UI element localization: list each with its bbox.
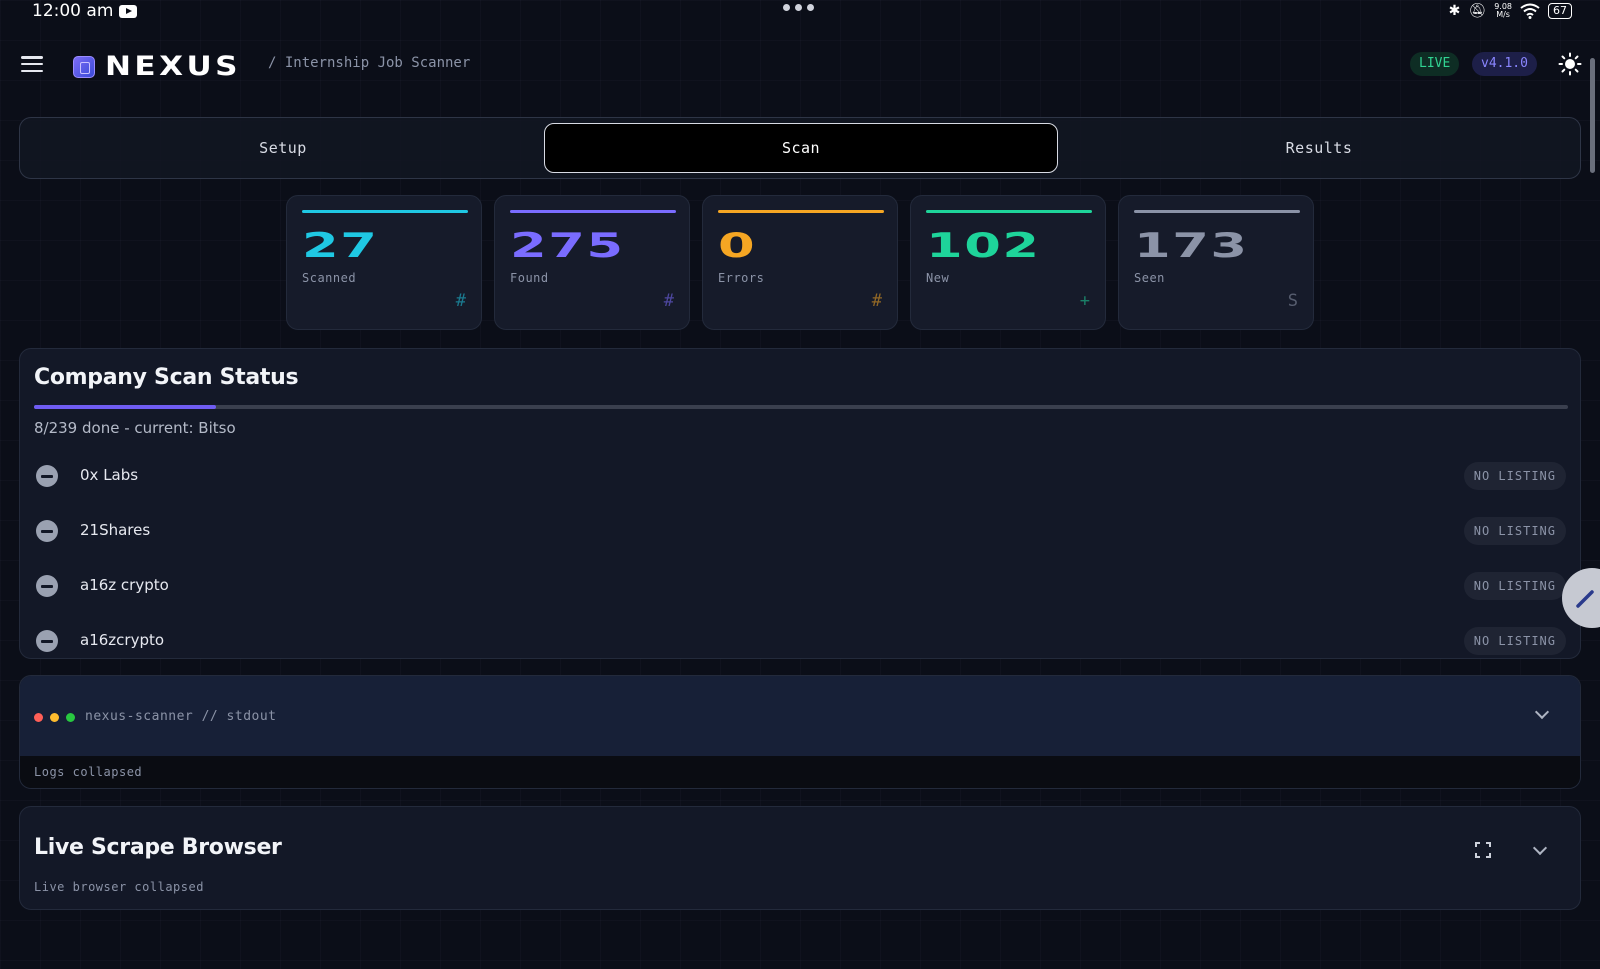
status-icons: ✱ 🔕︎ 9.08 M/s 67 [1449,1,1572,21]
sun-icon[interactable] [1558,52,1582,76]
stat-label: Errors [718,271,765,285]
list-item[interactable]: 0x Labs NO LISTING [20,449,1580,504]
company-scan-panel[interactable]: Company Scan Status 8/239 done - current… [19,348,1581,659]
stat-accent-bar [1134,210,1300,213]
company-name: 0x Labs [80,466,139,484]
stat-accent-bar [926,210,1092,213]
stat-accent-bar [302,210,468,213]
minus-circle-icon [36,465,58,487]
live-browser-status-text: Live browser collapsed [34,880,204,894]
scan-progress-text: 8/239 done - current: Bitso [34,419,236,437]
stat-label: Found [510,271,549,285]
plus-icon: + [1079,291,1090,311]
company-name: a16z crypto [80,576,169,594]
brand[interactable]: NEXUS [73,51,238,82]
tab-scan[interactable]: Scan [544,123,1058,173]
youtube-icon [119,4,138,18]
stat-card-found: 275 Found # [494,195,690,330]
company-list[interactable]: 0x Labs NO LISTING 21Shares NO LISTING a… [20,449,1580,658]
minus-circle-icon [36,520,58,542]
chevron-down-icon[interactable] [1534,704,1550,720]
yellow-dot-icon [50,713,59,722]
stdout-panel: nexus-scanner // stdout Logs collapsed [19,675,1581,789]
company-name: a16zcrypto [80,631,165,649]
version-badge: v4.1.0 [1472,52,1537,76]
brand-name: NEXUS [105,51,241,82]
status-time: 12:00 am [32,0,138,22]
list-item[interactable]: a16z crypto NO LISTING [20,559,1580,614]
tab-bar: Setup Scan Results [19,117,1581,179]
hash-icon: # [663,291,674,311]
tab-setup[interactable]: Setup [26,123,540,173]
stdout-title: nexus-scanner // stdout [85,709,277,724]
status-bar: 12:00 am ✱ 🔕︎ 9.08 M/s 67 [0,0,1600,24]
stat-value: 275 [510,226,625,266]
stat-value: 173 [1134,226,1249,266]
status-badge: NO LISTING [1463,627,1566,655]
stat-card-new: 102 New + [910,195,1106,330]
live-browser-panel: Live Scrape Browser Live browser collaps… [19,806,1581,910]
green-dot-icon [66,713,75,722]
minus-circle-icon [36,575,58,597]
company-name: 21Shares [80,521,151,539]
speed-unit: M/s [1496,10,1510,19]
stat-card-seen: 173 Seen S [1118,195,1314,330]
bell-muted-icon: 🔕︎ [1468,3,1487,19]
menu-icon[interactable] [21,56,43,72]
pencil-icon [1576,590,1594,608]
app-header: NEXUS / Internship Job Scanner LIVE v4.1… [0,44,1600,84]
live-browser-title: Live Scrape Browser [34,835,282,860]
bluetooth-icon: ✱ [1448,3,1461,19]
stat-accent-bar [718,210,884,213]
hash-icon: # [871,291,882,311]
seen-icon: S [1287,291,1298,311]
live-badge: LIVE [1410,52,1460,76]
company-scan-title: Company Scan Status [34,365,299,390]
stat-value: 102 [926,226,1041,266]
red-dot-icon [34,713,43,722]
stat-accent-bar [510,210,676,213]
list-item[interactable]: a16zcrypto NO LISTING [20,614,1580,658]
logs-status-text: Logs collapsed [34,765,143,779]
list-item[interactable]: 21Shares NO LISTING [20,504,1580,559]
hash-icon: # [455,291,466,311]
stat-card-errors: 0 Errors # [702,195,898,330]
chevron-down-icon[interactable] [1532,840,1548,856]
stat-value: 0 [718,226,757,266]
stdout-header[interactable]: nexus-scanner // stdout [20,676,1580,756]
battery-icon: 67 [1548,3,1572,19]
expand-icon[interactable] [1475,842,1491,858]
scan-progress-fill [34,405,217,409]
scan-progress-bar [34,405,1568,409]
more-dots-icon[interactable] [783,4,814,11]
status-badge: NO LISTING [1463,517,1566,545]
time-text: 12:00 am [32,1,114,21]
wifi-icon [1520,3,1540,19]
nexus-logo-icon [73,55,95,78]
breadcrumb: / Internship Job Scanner [268,55,471,71]
page-scrollbar[interactable] [1590,58,1595,173]
stdout-body: Logs collapsed [20,756,1580,788]
network-speed: 9.08 M/s [1494,3,1512,19]
minus-circle-icon [36,630,58,652]
stat-value: 27 [302,226,379,266]
stat-label: Scanned [302,271,357,285]
status-badge: NO LISTING [1463,462,1566,490]
stat-label: New [926,271,950,285]
stat-card-scanned: 27 Scanned # [286,195,482,330]
tab-results[interactable]: Results [1062,123,1576,173]
status-badge: NO LISTING [1463,572,1566,600]
stat-label: Seen [1134,271,1165,285]
